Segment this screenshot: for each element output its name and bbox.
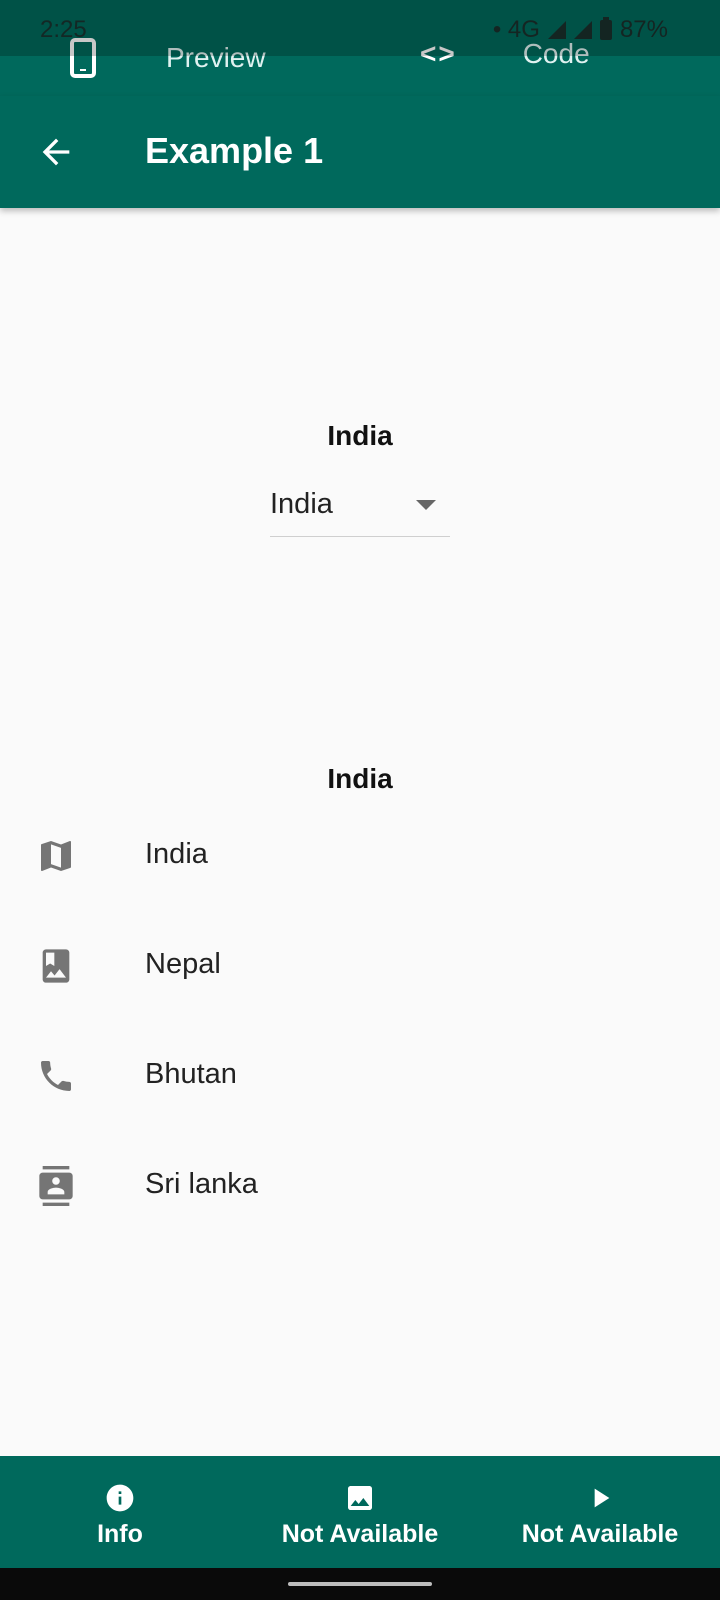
photo-album-icon bbox=[42, 949, 70, 983]
info-icon bbox=[106, 1484, 134, 1512]
battery-percent: 87% bbox=[619, 16, 668, 43]
dropdown-heading: India bbox=[327, 420, 393, 451]
signal-icon-2 bbox=[573, 21, 592, 39]
network-indicator: • 4G bbox=[492, 16, 540, 43]
list-item-label: India bbox=[145, 838, 208, 870]
app-bar: Example 1 bbox=[0, 96, 720, 208]
list-item-bhutan[interactable]: Bhutan bbox=[0, 1020, 720, 1130]
page-title: Example 1 bbox=[145, 130, 324, 171]
contacts-icon bbox=[39, 1166, 73, 1206]
system-navigation-bar bbox=[0, 1568, 720, 1600]
bottom-nav-play[interactable]: Not Available bbox=[480, 1456, 720, 1568]
list-item-sri-lanka[interactable]: Sri lanka bbox=[0, 1130, 720, 1240]
back-arrow-icon[interactable] bbox=[36, 132, 76, 172]
dropdown-selected-value: India bbox=[270, 488, 333, 520]
image-icon bbox=[348, 1486, 372, 1510]
phone-icon bbox=[41, 1061, 71, 1091]
signal-icon bbox=[547, 21, 566, 39]
bottom-nav-info[interactable]: Info bbox=[0, 1456, 240, 1568]
list-item-india[interactable]: India bbox=[0, 800, 720, 910]
status-time: 2:25 bbox=[40, 16, 87, 43]
list-item-label: Sri lanka bbox=[145, 1168, 258, 1200]
dropdown-arrow-icon bbox=[416, 500, 436, 510]
list-item-nepal[interactable]: Nepal bbox=[0, 910, 720, 1020]
list-heading: India bbox=[327, 763, 393, 794]
list-item-label: Nepal bbox=[145, 948, 221, 980]
list-item-label: Bhutan bbox=[145, 1058, 237, 1090]
bottom-nav-image[interactable]: Not Available bbox=[240, 1456, 480, 1568]
bottom-navigation: Info Not Available Not Available bbox=[0, 1456, 720, 1568]
battery-icon bbox=[599, 17, 612, 40]
map-icon bbox=[41, 841, 71, 871]
bottom-nav-label: Not Available bbox=[281, 1520, 439, 1548]
bottom-nav-label: Not Available bbox=[521, 1520, 679, 1548]
bottom-nav-label: Info bbox=[97, 1520, 143, 1548]
status-bar: 2:25 • 4G 87% bbox=[0, 0, 720, 56]
home-gesture-handle[interactable] bbox=[288, 1582, 432, 1586]
country-dropdown[interactable]: India bbox=[270, 480, 450, 537]
play-icon bbox=[594, 1488, 610, 1508]
status-indicators: • 4G 87% bbox=[493, 16, 668, 44]
